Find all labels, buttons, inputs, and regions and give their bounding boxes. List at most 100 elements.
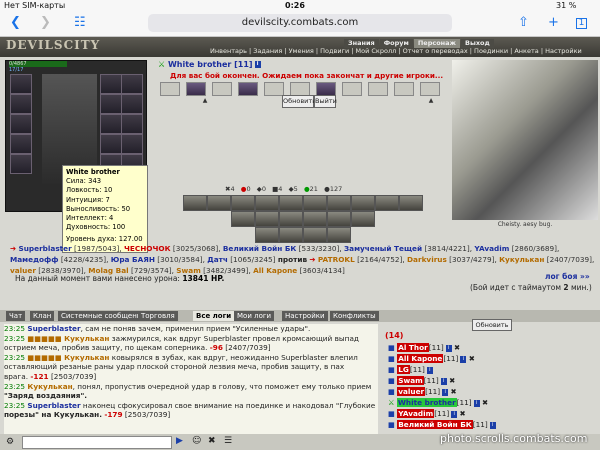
refresh-list-button[interactable]: Обновить: [472, 319, 512, 331]
spell-slot[interactable]: [399, 195, 423, 211]
action-slot[interactable]: [342, 82, 362, 96]
spell-slot[interactable]: [279, 195, 303, 211]
tabs-button[interactable]: 1: [576, 18, 587, 29]
smile-icon[interactable]: ☺: [192, 436, 201, 446]
info-icon[interactable]: i: [254, 61, 261, 68]
spell-slot[interactable]: [375, 195, 399, 211]
action-slot[interactable]: [186, 82, 206, 96]
spell-slot[interactable]: [231, 195, 255, 211]
player-name[interactable]: Al Thor: [397, 343, 429, 352]
team-a-player[interactable]: Юра БАЯН: [111, 255, 155, 264]
filter-icon[interactable]: ☰: [224, 436, 232, 446]
chat-input[interactable]: [22, 436, 172, 449]
spell-slot[interactable]: [303, 227, 327, 243]
arrow-right-icon[interactable]: ▲: [426, 96, 436, 105]
spell-slot[interactable]: [327, 211, 351, 227]
player-name[interactable]: White brother: [396, 398, 457, 407]
list-item[interactable]: ■ LG[11] i: [388, 365, 433, 375]
action-slot[interactable]: [160, 82, 180, 96]
action-slot[interactable]: [420, 82, 440, 96]
tab-clan[interactable]: Клан: [30, 311, 55, 321]
equip-slot[interactable]: [10, 74, 32, 94]
tab-chat[interactable]: Чат: [6, 311, 26, 321]
spell-slot[interactable]: [183, 195, 207, 211]
spell-slot[interactable]: [255, 195, 279, 211]
action-slot[interactable]: [394, 82, 414, 96]
info-icon[interactable]: i: [489, 421, 496, 429]
opponent-name[interactable]: White brother: [168, 60, 231, 69]
team-a-player[interactable]: Датч: [207, 255, 228, 264]
tab-my-logs[interactable]: Мои логи: [234, 311, 275, 321]
equip-slot[interactable]: [121, 74, 143, 94]
equip-slot[interactable]: [100, 114, 122, 134]
log-actor[interactable]: Superblaster: [27, 401, 80, 410]
action-slot[interactable]: [264, 82, 284, 96]
back-icon[interactable]: ❮: [10, 15, 21, 31]
new-tab-icon[interactable]: +: [548, 15, 559, 31]
equip-slot[interactable]: [100, 94, 122, 114]
log-actor[interactable]: Superblaster: [27, 324, 80, 333]
spell-slot[interactable]: [255, 227, 279, 243]
team-b-player[interactable]: Кукулькан: [499, 255, 544, 264]
equip-slot[interactable]: [121, 114, 143, 134]
player-name[interactable]: YAvadim: [397, 409, 435, 418]
share-icon[interactable]: ⇧: [518, 15, 529, 31]
tab-trade[interactable]: Торговля: [138, 311, 178, 321]
info-icon[interactable]: i: [445, 344, 452, 352]
team-a-player[interactable]: Мамедофф: [10, 255, 58, 264]
tab-settings[interactable]: Настройки: [282, 311, 328, 321]
spell-slot[interactable]: [303, 195, 327, 211]
player-name[interactable]: LG: [397, 365, 410, 374]
send-icon[interactable]: ▶: [176, 436, 183, 446]
spell-slot[interactable]: [303, 211, 327, 227]
player-name[interactable]: Swam: [397, 376, 424, 385]
team-b-player[interactable]: PATROKL: [318, 255, 355, 264]
exit-button[interactable]: Выйти: [314, 95, 337, 108]
player-name[interactable]: All Kapone: [397, 354, 444, 363]
sub-nav[interactable]: Инвентарь | Задания | Умения | Подвиги |…: [210, 47, 600, 56]
info-icon[interactable]: i: [460, 355, 467, 363]
log-actor[interactable]: Кукулькан: [64, 334, 109, 343]
equip-slot[interactable]: [10, 114, 32, 134]
log-actor[interactable]: Кукулькан: [64, 353, 109, 362]
spell-slot[interactable]: [255, 211, 279, 227]
clear-icon[interactable]: ✖: [208, 436, 216, 446]
info-icon[interactable]: i: [440, 377, 447, 385]
battle-log-link[interactable]: лог боя »»: [545, 272, 590, 281]
action-slot[interactable]: [212, 82, 232, 96]
arrow-left-icon[interactable]: ▲: [200, 96, 210, 105]
team-a-player[interactable]: YAvadim: [474, 244, 509, 253]
action-slot[interactable]: [290, 82, 310, 96]
team-a-player[interactable]: ЧЕСНОЧОК: [124, 244, 171, 253]
player-name[interactable]: Великий Войн БК: [397, 420, 473, 429]
forward-icon[interactable]: ❯: [40, 15, 51, 31]
spell-slot[interactable]: [231, 211, 255, 227]
team-a-player[interactable]: Великий Войн БК: [223, 244, 296, 253]
spell-slot[interactable]: [279, 227, 303, 243]
team-a-player[interactable]: Superblaster: [18, 244, 71, 253]
list-item[interactable]: ■ All Kapone[11] i ✖: [388, 354, 475, 364]
team-a-player[interactable]: Замученый Тещей: [344, 244, 422, 253]
tab-system[interactable]: Системные сообщения: [58, 311, 149, 321]
bookmarks-icon[interactable]: ☷: [74, 15, 86, 31]
list-item[interactable]: ■ Al Thor[11] i ✖: [388, 343, 460, 353]
team-b-player[interactable]: All Kapone: [253, 266, 297, 275]
equip-slot[interactable]: [121, 134, 143, 154]
list-item[interactable]: ⚔ White brother[11] i ✖: [388, 398, 488, 408]
equip-slot[interactable]: [10, 134, 32, 154]
player-name[interactable]: valuer: [397, 387, 426, 396]
equip-slot[interactable]: [10, 154, 32, 174]
spell-slot[interactable]: [351, 211, 375, 227]
list-item[interactable]: ■ Великий Войн БК[11] i: [388, 420, 496, 430]
team-b-player[interactable]: Darkvirus: [407, 255, 447, 264]
spell-slot[interactable]: [279, 211, 303, 227]
info-icon[interactable]: i: [426, 366, 433, 374]
tab-conflicts[interactable]: Конфликты: [330, 311, 379, 321]
spell-slot[interactable]: [207, 195, 231, 211]
list-item[interactable]: ■ valuer[11] i ✖: [388, 387, 457, 397]
refresh-button[interactable]: Обновить: [282, 95, 316, 108]
info-icon[interactable]: i: [451, 410, 458, 418]
settings-icon[interactable]: ⚙: [6, 437, 14, 447]
spell-slot[interactable]: [327, 195, 351, 211]
url-bar[interactable]: devilscity.combats.com: [148, 14, 452, 32]
